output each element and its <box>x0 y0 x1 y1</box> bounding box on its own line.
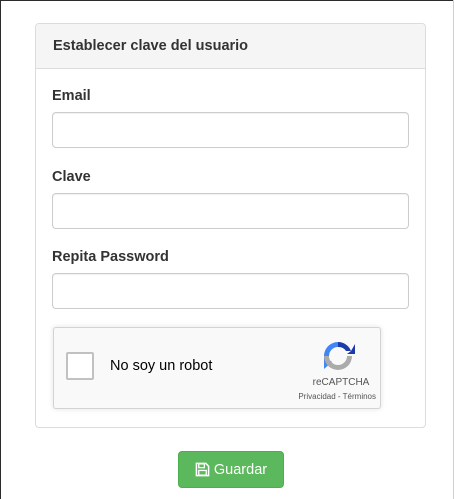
email-field[interactable] <box>52 112 409 148</box>
repeat-password-field[interactable] <box>52 273 409 309</box>
panel-heading: Establecer clave del usuario <box>36 24 425 69</box>
recaptcha-widget: No soy un robot reCAPTCHA Privacidad - T… <box>53 327 381 409</box>
save-button-label: Guardar <box>213 461 268 478</box>
email-label: Email <box>52 88 91 104</box>
save-button[interactable]: Guardar <box>178 451 284 488</box>
recaptcha-label: No soy un robot <box>110 358 213 374</box>
window-border-left <box>0 0 1 499</box>
password-label: Clave <box>52 169 91 185</box>
panel-title: Establecer clave del usuario <box>53 38 249 54</box>
window-border-top <box>0 0 453 1</box>
floppy-disk-icon <box>195 462 210 477</box>
recaptcha-logo-icon <box>320 338 356 374</box>
recaptcha-brand: reCAPTCHA <box>312 377 370 388</box>
recaptcha-checkbox[interactable] <box>66 352 94 380</box>
recaptcha-links[interactable]: Privacidad - Términos <box>276 392 376 401</box>
repeat-password-label: Repita Password <box>52 249 169 265</box>
password-field[interactable] <box>52 193 409 229</box>
